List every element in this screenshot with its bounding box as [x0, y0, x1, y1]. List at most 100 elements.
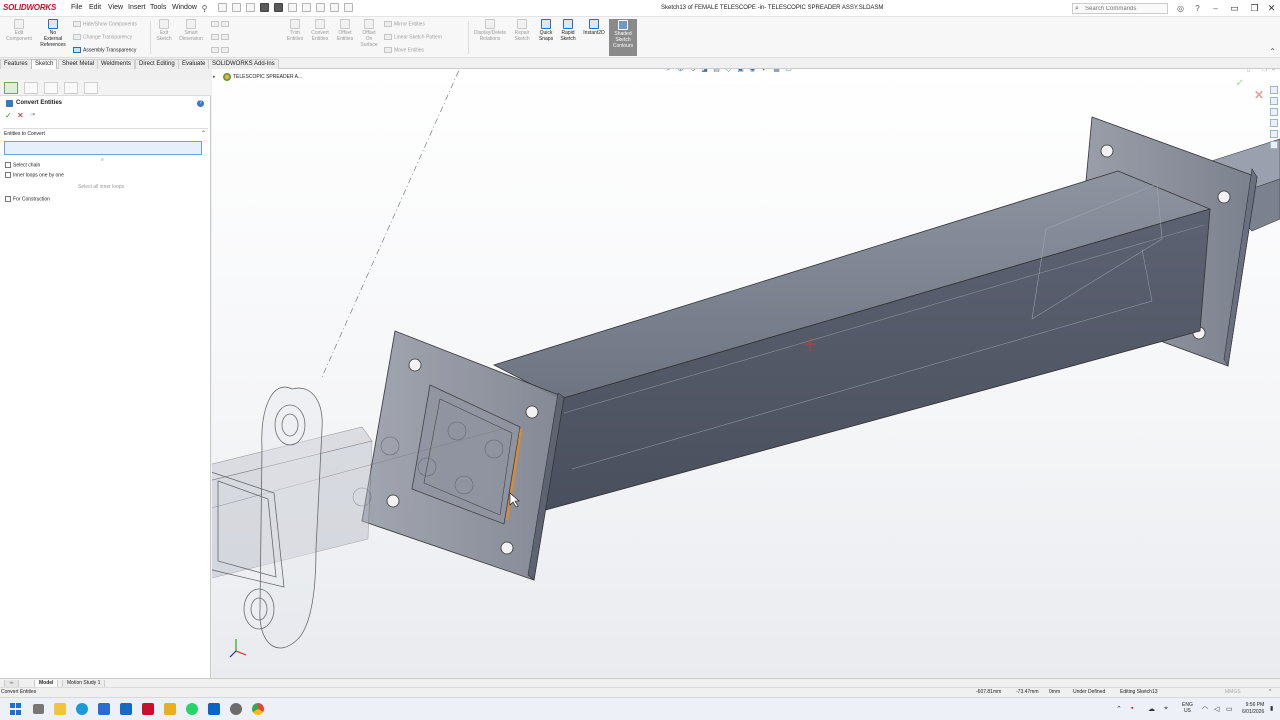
save-icon[interactable] [260, 3, 269, 12]
rebuild-icon[interactable] [330, 3, 339, 12]
windows-start-icon[interactable] [10, 703, 21, 715]
design-library-icon[interactable] [1270, 108, 1278, 116]
notifications-icon[interactable]: ▮ [1270, 705, 1273, 712]
zoom-to-area-icon[interactable]: ⊕ [676, 69, 685, 74]
tray-app-icon[interactable]: ▪ [1131, 705, 1133, 712]
file-explorer-icon[interactable] [1270, 119, 1278, 127]
previous-view-icon[interactable]: ⟲ [688, 69, 697, 74]
telescopic-spreader-model[interactable] [212, 69, 1280, 678]
open-icon[interactable] [246, 3, 255, 12]
zoom-to-fit-icon[interactable]: ⌕ [664, 69, 673, 74]
app-icon[interactable] [98, 703, 110, 715]
wifi-icon[interactable]: ◠ [1202, 705, 1208, 713]
menu-file[interactable]: File [71, 4, 82, 11]
display-style-icon[interactable]: ▣ [736, 69, 745, 74]
appearances-icon[interactable] [1270, 141, 1278, 149]
select-chain-checkbox[interactable]: Select chain [5, 162, 40, 170]
confirmation-cancel-icon[interactable]: ✕ [1254, 88, 1264, 102]
home-icon[interactable] [218, 3, 227, 12]
for-construction-checkbox[interactable]: For Construction [5, 196, 50, 204]
collapse-ribbon-icon[interactable]: ⌃ [1269, 47, 1276, 56]
feature-tree-root[interactable]: TELESCOPIC SPREADER A... [233, 74, 302, 80]
tray-onedrive-icon[interactable]: ☁ [1148, 705, 1155, 713]
confirmation-ok-icon[interactable]: ✓ [1236, 78, 1244, 89]
menu-view[interactable]: View [108, 4, 123, 11]
notes-icon[interactable] [164, 703, 176, 715]
edge-browser-icon[interactable] [76, 703, 88, 715]
section-view-icon[interactable]: ◪ [700, 69, 709, 74]
resources-icon[interactable] [1270, 97, 1278, 105]
select-icon[interactable] [316, 3, 325, 12]
tab-weldments[interactable]: Weldments [97, 59, 135, 69]
system-clock[interactable]: 9:56 PM 6/01/2026 [1242, 702, 1264, 716]
volume-icon[interactable]: ◁ [1214, 705, 1219, 713]
display-delete-relations-button[interactable]: Display/Delete Relations [471, 19, 509, 42]
move-entities-button[interactable]: Move Entities [384, 47, 424, 53]
repair-sketch-button[interactable]: Repair Sketch [511, 19, 533, 42]
minimize-button[interactable]: ▭ [1229, 3, 1240, 14]
menu-window[interactable]: Window [172, 4, 197, 11]
search-commands[interactable]: ⌕ [1072, 3, 1168, 14]
new-document-icon[interactable] [232, 3, 241, 12]
edit-component-button[interactable]: Edit Component [4, 19, 34, 42]
tab-solidworks-addins[interactable]: SOLIDWORKS Add-Ins [208, 59, 279, 69]
file-explorer-icon[interactable] [54, 703, 66, 715]
tab-sheet-metal[interactable]: Sheet Metal [58, 59, 99, 69]
rapid-sketch-button[interactable]: Rapid Sketch [557, 19, 579, 42]
help-icon[interactable]: ? [1193, 4, 1202, 13]
view-palette-icon[interactable] [1270, 130, 1278, 138]
tree-expand-icon[interactable]: ▸ [213, 74, 216, 80]
home-icon[interactable] [1270, 86, 1278, 94]
menu-edit[interactable]: Edit [89, 4, 101, 11]
tab-sketch[interactable]: Sketch [31, 59, 58, 69]
redo-icon[interactable] [302, 3, 311, 12]
configuration-manager-icon[interactable] [44, 82, 58, 94]
close-button[interactable]: ✕ [1266, 3, 1277, 14]
quick-snaps-button[interactable]: Quick Snaps [535, 19, 557, 42]
feature-tree-icon[interactable] [4, 82, 18, 94]
task-view-icon[interactable] [33, 704, 44, 714]
battery-icon[interactable]: ▭ [1226, 705, 1233, 713]
entities-to-convert-group[interactable]: Entities to Convert ⌃ [3, 128, 208, 138]
maximize-button[interactable]: ❐ [1249, 3, 1260, 14]
apply-scene-icon[interactable]: ▦ [772, 69, 781, 74]
help-icon[interactable]: ? [197, 100, 204, 107]
mirror-entities-button[interactable]: Mirror Entities [384, 21, 425, 27]
chrome-icon[interactable] [252, 703, 264, 715]
graphics-area[interactable]: ▸ TELESCOPIC SPREADER A... ⌕ ⊕ ⟲ ◪ ▤ ◇ ▣… [212, 69, 1280, 678]
tab-features[interactable]: Features [0, 59, 32, 69]
convert-entities-button[interactable]: Convert Entities [308, 19, 332, 42]
status-customize-icon[interactable]: ⌃ [1268, 689, 1272, 695]
hide-show-components-button[interactable]: Hide/Show Components [73, 21, 137, 27]
no-external-references-button[interactable]: No External References [37, 19, 69, 48]
viewport-close-icon[interactable]: ✕ [1271, 69, 1276, 73]
offset-on-surface-button[interactable]: Offset On Surface [358, 19, 380, 48]
input-language[interactable]: ENG US [1182, 702, 1193, 714]
viewport-minimize-icon[interactable]: – [1254, 69, 1257, 73]
view-settings-icon[interactable]: ▭ [784, 69, 793, 74]
viewport-restore-icon[interactable]: ❐ [1262, 69, 1267, 73]
dimxpert-icon[interactable] [64, 82, 78, 94]
whatsapp-icon[interactable] [186, 703, 198, 715]
arc-tool-row[interactable] [211, 34, 231, 40]
resize-grip-icon[interactable]: ≡ [101, 157, 104, 163]
solidworks-taskbar-icon[interactable] [142, 703, 154, 715]
view-orientation-icon[interactable]: ◇ [724, 69, 733, 74]
dynamic-annotation-icon[interactable]: ▤ [712, 69, 721, 74]
options-icon[interactable] [344, 3, 353, 12]
min-sw-icon[interactable]: – [1211, 4, 1220, 13]
pushpin-icon[interactable]: ⇥ [30, 111, 35, 120]
menu-insert[interactable]: Insert [128, 4, 146, 11]
tray-location-icon[interactable]: ⌖ [1164, 705, 1168, 713]
viewport-tile-icon[interactable]: ▯ [1247, 69, 1250, 73]
app-icon[interactable] [208, 703, 220, 715]
cancel-button[interactable]: ✕ [17, 111, 24, 120]
assembly-transparency-button[interactable]: Assembly Transparency [73, 47, 136, 53]
smart-dimension-button[interactable]: Smart Dimension [177, 19, 205, 42]
instant2d-button[interactable]: Instant2D [581, 19, 607, 36]
show-hidden-icons-icon[interactable]: ⌃ [1116, 705, 1122, 713]
undo-icon[interactable] [288, 3, 297, 12]
outlook-icon[interactable] [120, 703, 132, 715]
tab-direct-editing[interactable]: Direct Editing [135, 59, 179, 69]
property-manager-icon[interactable] [24, 82, 38, 94]
